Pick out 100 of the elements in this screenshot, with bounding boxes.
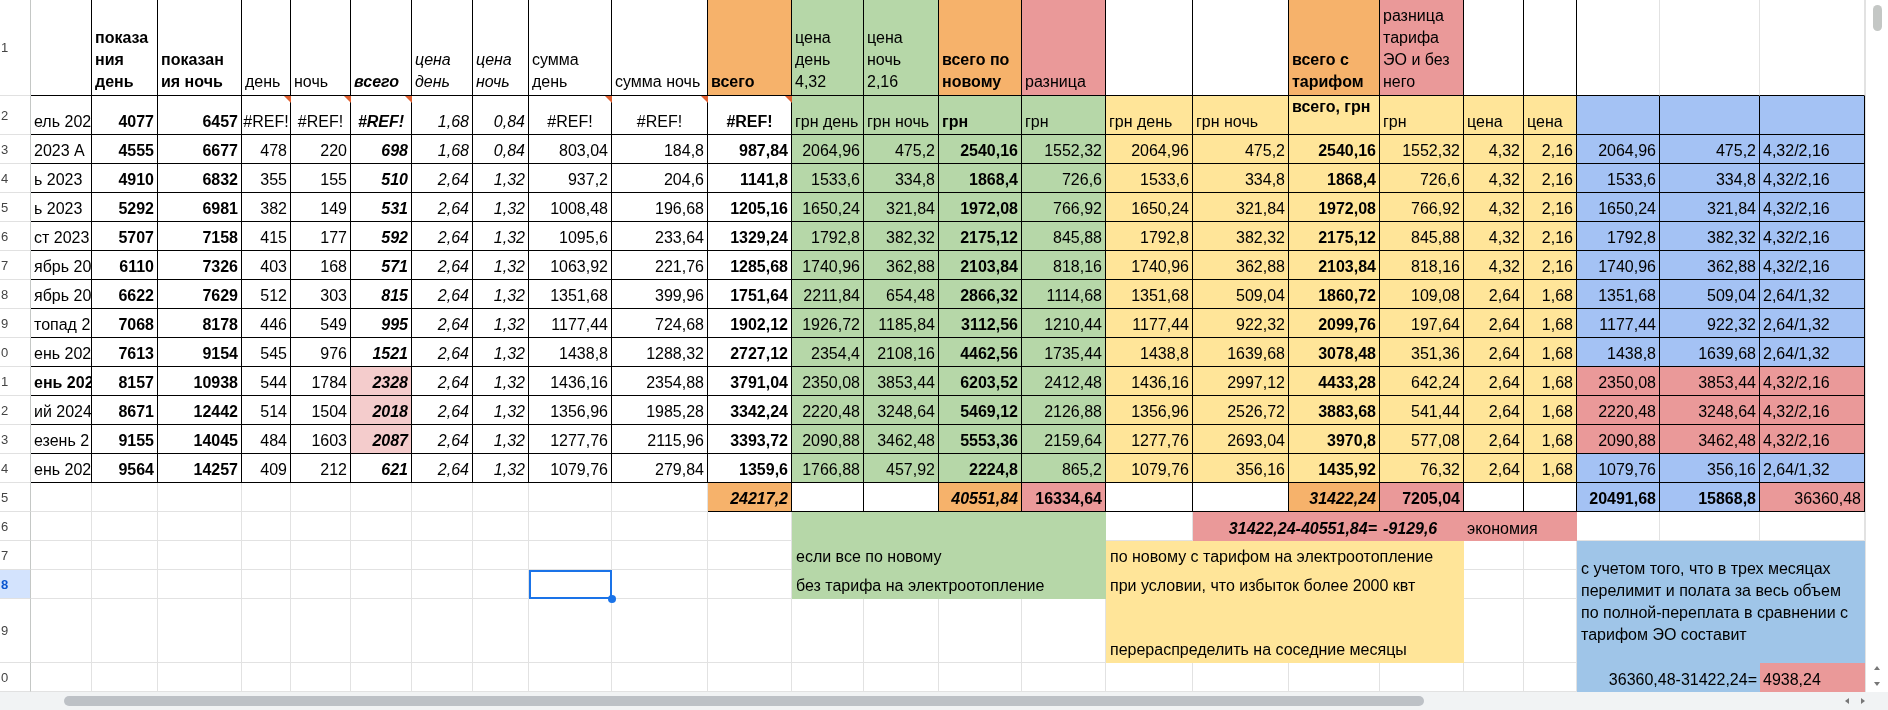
total-cell: 36360,48 — [1760, 483, 1865, 512]
table-cell: 3970,8 — [1289, 425, 1380, 454]
table-cell: 197,64 — [1380, 309, 1464, 338]
table-cell: 321,84 — [864, 193, 939, 222]
table-cell: 1792,8 — [1106, 222, 1193, 251]
table-cell: 1504 — [291, 396, 351, 425]
table-cell: 2103,84 — [939, 251, 1022, 280]
table-cell: 1356,96 — [529, 396, 612, 425]
table-cell: 1766,88 — [792, 454, 864, 483]
table-cell: 415 — [242, 222, 291, 251]
table-cell: 592 — [351, 222, 412, 251]
table-cell: 2,64/1,32 — [1760, 309, 1865, 338]
formula-cell: 31422,24-40551,84= — [1193, 512, 1380, 541]
comment-marker-icon[interactable] — [785, 96, 792, 103]
table-cell: 1359,6 — [708, 454, 792, 483]
grid-cell — [412, 599, 473, 663]
table-cell: 484 — [242, 425, 291, 454]
note-text: при условии, что избыток более 2000 квт — [1110, 577, 1416, 595]
grid-cell — [792, 483, 864, 512]
comment-marker-icon[interactable] — [405, 96, 412, 103]
table-cell: 2064,96 — [792, 135, 864, 164]
table-cell: 4,32/2,16 — [1760, 251, 1865, 280]
grid-cell — [412, 541, 473, 570]
table-cell: 2087 — [351, 425, 412, 454]
table-cell: 212 — [291, 454, 351, 483]
table-cell: 509,04 — [1193, 280, 1289, 309]
table-cell: 549 — [291, 309, 351, 338]
table-cell: 2,64 — [412, 338, 473, 367]
table-cell: 2,64 — [1464, 280, 1524, 309]
table-cell: 362,88 — [1193, 251, 1289, 280]
table-cell: 1,68 — [1524, 454, 1577, 483]
table-cell: 362,88 — [1660, 251, 1760, 280]
table-cell: 1,68 — [412, 135, 473, 164]
row-number[interactable]: 6 — [0, 512, 31, 541]
table-cell: 1740,96 — [792, 251, 864, 280]
table-cell: 1,68 — [412, 96, 473, 135]
comment-marker-icon[interactable] — [284, 96, 291, 103]
table-cell: 1210,44 — [1022, 309, 1106, 338]
table-cell: 382,32 — [864, 222, 939, 251]
row-number[interactable]: 9 — [0, 599, 31, 663]
table-cell: 4,32 — [1464, 164, 1524, 193]
table-cell: 865,2 — [1022, 454, 1106, 483]
table-cell: 351,36 — [1380, 338, 1464, 367]
grid-cell — [351, 512, 412, 541]
table-cell: 2,64/1,32 — [1760, 454, 1865, 483]
table-cell: 409 — [242, 454, 291, 483]
grid-cell — [473, 512, 529, 541]
grid-cell — [473, 541, 529, 570]
table-cell: 446 — [242, 309, 291, 338]
table-cell: 1177,44 — [1577, 309, 1660, 338]
grid-cell — [291, 599, 351, 663]
table-cell: грн день — [792, 96, 864, 135]
comment-marker-icon[interactable] — [344, 96, 351, 103]
table-cell: 3883,68 — [1289, 396, 1380, 425]
table-cell: 1972,08 — [1289, 193, 1380, 222]
row-number[interactable]: 8 — [0, 570, 31, 599]
table-cell: 168 — [291, 251, 351, 280]
table-cell: 8671 — [92, 396, 158, 425]
table-cell: 1008,48 — [529, 193, 612, 222]
table-cell: 6203,52 — [939, 367, 1022, 396]
total-cell: 20491,68 — [1577, 483, 1660, 512]
table-cell: 1351,68 — [1577, 280, 1660, 309]
row-number[interactable]: 5 — [0, 483, 31, 512]
total-cell: 16334,64 — [1022, 483, 1106, 512]
grid-cell — [31, 541, 92, 570]
grid-cell — [1524, 483, 1577, 512]
table-cell: 937,2 — [529, 164, 612, 193]
table-cell: 321,84 — [1193, 193, 1289, 222]
table-cell: 1740,96 — [1577, 251, 1660, 280]
scrollbar-thumb[interactable] — [1872, 5, 1882, 31]
total-cell: 7205,04 — [1380, 483, 1464, 512]
column-header: сумма ночь — [612, 0, 708, 96]
table-cell: 1114,68 — [1022, 280, 1106, 309]
table-cell: 2,64 — [412, 425, 473, 454]
table-cell: ябрь 20 — [31, 251, 92, 280]
table-cell: 2350,08 — [1577, 367, 1660, 396]
table-cell: 1288,32 — [612, 338, 708, 367]
table-cell: 334,8 — [864, 164, 939, 193]
grid-cell — [473, 570, 529, 599]
table-cell: 2354,88 — [612, 367, 708, 396]
scrollbar-thumb[interactable] — [64, 696, 1424, 706]
table-cell: 3853,44 — [864, 367, 939, 396]
table-cell: 1,68 — [1524, 309, 1577, 338]
table-cell: 7068 — [92, 309, 158, 338]
table-cell: 1552,32 — [1380, 135, 1464, 164]
table-cell: 2099,76 — [1289, 309, 1380, 338]
comment-marker-icon[interactable] — [605, 96, 612, 103]
column-header: показания день — [92, 0, 158, 96]
table-cell: 10938 — [158, 367, 242, 396]
grid-cell — [242, 599, 291, 663]
grid-cell — [242, 512, 291, 541]
table-cell: грн ночь — [1193, 96, 1289, 135]
table-cell: 1860,72 — [1289, 280, 1380, 309]
comment-marker-icon[interactable] — [701, 96, 708, 103]
table-cell: 1639,68 — [1193, 338, 1289, 367]
table-cell: 1751,64 — [708, 280, 792, 309]
fill-handle[interactable] — [608, 595, 616, 603]
table-cell: 512 — [242, 280, 291, 309]
table-cell: 2,64/1,32 — [1760, 280, 1865, 309]
table-cell: 1,32 — [473, 367, 529, 396]
